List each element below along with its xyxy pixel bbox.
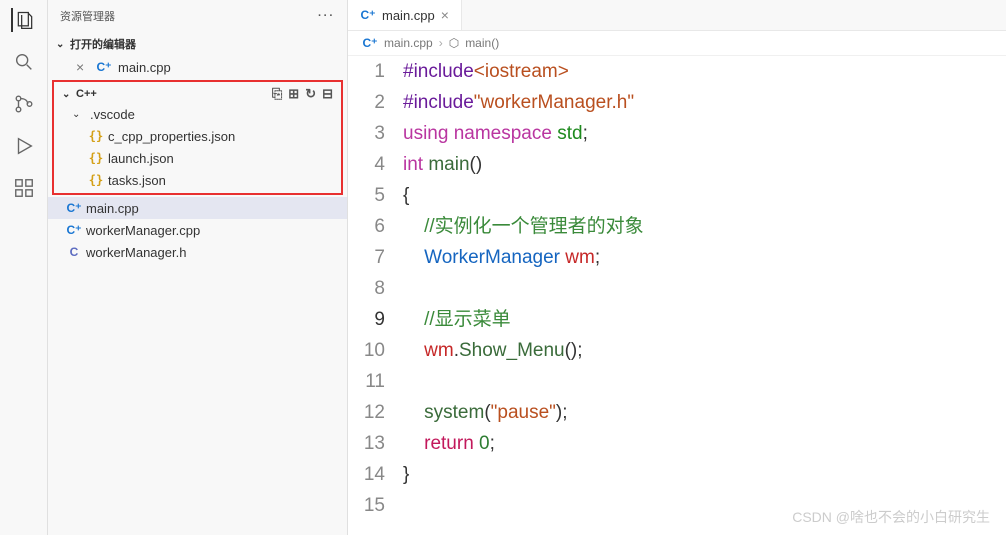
json-file-icon: {} — [88, 128, 104, 144]
symbol-icon: ⬡ — [449, 36, 459, 50]
chevron-right-icon: › — [439, 36, 443, 50]
file-item[interactable]: C⁺ main.cpp — [48, 197, 347, 219]
editor-tabs: C⁺ main.cpp × — [348, 0, 1006, 31]
activity-bar — [0, 0, 48, 535]
explorer-sidebar: 资源管理器 ··· ⌄ 打开的编辑器 × C⁺ main.cpp ⌄C++ ⎘ … — [48, 0, 348, 535]
code-editor[interactable]: 123456789101112131415 #include<iostream>… — [348, 56, 1006, 535]
close-icon[interactable]: × — [441, 7, 449, 23]
breadcrumb[interactable]: C⁺ main.cpp › ⬡ main() — [348, 31, 1006, 56]
watermark: CSDN @啥也不会的小白研究生 — [792, 507, 990, 527]
new-folder-icon[interactable]: ⊞ — [288, 86, 299, 102]
new-file-icon[interactable]: ⎘ — [272, 86, 282, 102]
cpp-file-icon: C⁺ — [96, 59, 112, 75]
search-icon[interactable] — [12, 50, 36, 74]
cpp-file-icon: C⁺ — [362, 35, 378, 51]
code-content[interactable]: #include<iostream>#include"workerManager… — [403, 56, 1006, 535]
extensions-icon[interactable] — [12, 176, 36, 200]
project-header[interactable]: ⌄C++ ⎘ ⊞ ↻ ⊟ — [54, 84, 341, 104]
folder-item[interactable]: ⌄ .vscode — [54, 104, 341, 125]
open-editors-header[interactable]: ⌄ 打开的编辑器 — [48, 32, 347, 56]
file-item[interactable]: C workerManager.h — [48, 241, 347, 263]
file-item[interactable]: {} tasks.json — [54, 169, 341, 191]
editor-tab[interactable]: C⁺ main.cpp × — [348, 0, 462, 30]
highlighted-region: ⌄C++ ⎘ ⊞ ↻ ⊟ ⌄ .vscode {} c_cpp_properti… — [52, 80, 343, 195]
source-control-icon[interactable] — [12, 92, 36, 116]
json-file-icon: {} — [88, 150, 104, 166]
chevron-down-icon: ⌄ — [56, 39, 70, 50]
json-file-icon: {} — [88, 172, 104, 188]
explorer-title: 资源管理器 — [60, 8, 115, 24]
close-icon[interactable]: × — [76, 59, 90, 75]
debug-icon[interactable] — [12, 134, 36, 158]
collapse-icon[interactable]: ⊟ — [322, 86, 333, 102]
chevron-down-icon: ⌄ — [62, 89, 76, 100]
open-editor-item[interactable]: × C⁺ main.cpp — [56, 56, 347, 78]
editor-area: C⁺ main.cpp × C⁺ main.cpp › ⬡ main() 123… — [348, 0, 1006, 535]
cpp-file-icon: C⁺ — [66, 200, 82, 216]
file-item[interactable]: {} launch.json — [54, 147, 341, 169]
file-item[interactable]: {} c_cpp_properties.json — [54, 125, 341, 147]
line-gutter: 123456789101112131415 — [348, 56, 403, 535]
c-file-icon: C — [66, 244, 82, 260]
refresh-icon[interactable]: ↻ — [305, 86, 316, 102]
cpp-file-icon: C⁺ — [66, 222, 82, 238]
chevron-down-icon: ⌄ — [72, 109, 86, 120]
file-item[interactable]: C⁺ workerManager.cpp — [48, 219, 347, 241]
cpp-file-icon: C⁺ — [360, 7, 376, 23]
explorer-icon[interactable] — [11, 8, 35, 32]
more-actions-icon[interactable]: ··· — [318, 10, 335, 22]
